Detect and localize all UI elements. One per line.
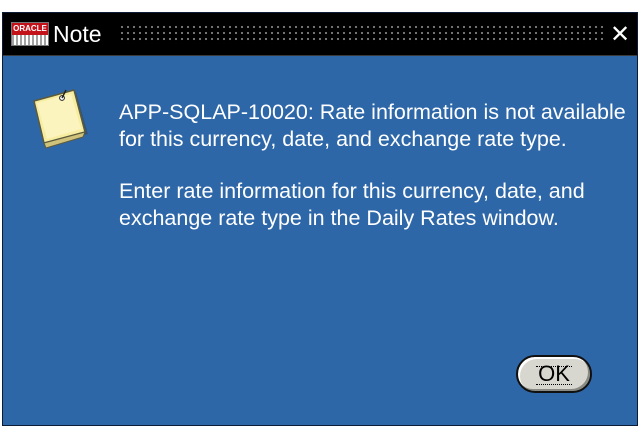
message-paragraph-instruction: Enter rate information for this currency… [119,179,585,231]
ok-button-label: OK [538,361,570,386]
title-bar[interactable]: ORACLE Note ✕ [3,13,637,56]
logo-subtext-pattern [12,35,48,45]
oracle-applications-logo-icon: ORACLE [11,22,49,46]
close-icon[interactable]: ✕ [607,21,633,47]
message-text: APP-SQLAP-10020: Rate information is not… [119,99,631,232]
logo-text: ORACLE [12,23,48,35]
note-pad-icon [33,89,88,149]
note-dialog: ORACLE Note ✕ APP-SQLAP-10020: Rate info… [2,12,638,426]
title-bar-pattern [119,24,603,44]
message-paragraph-error: APP-SQLAP-10020: Rate information is not… [119,100,626,151]
window-title: Note [53,21,102,47]
ok-button[interactable]: OK [516,355,592,393]
